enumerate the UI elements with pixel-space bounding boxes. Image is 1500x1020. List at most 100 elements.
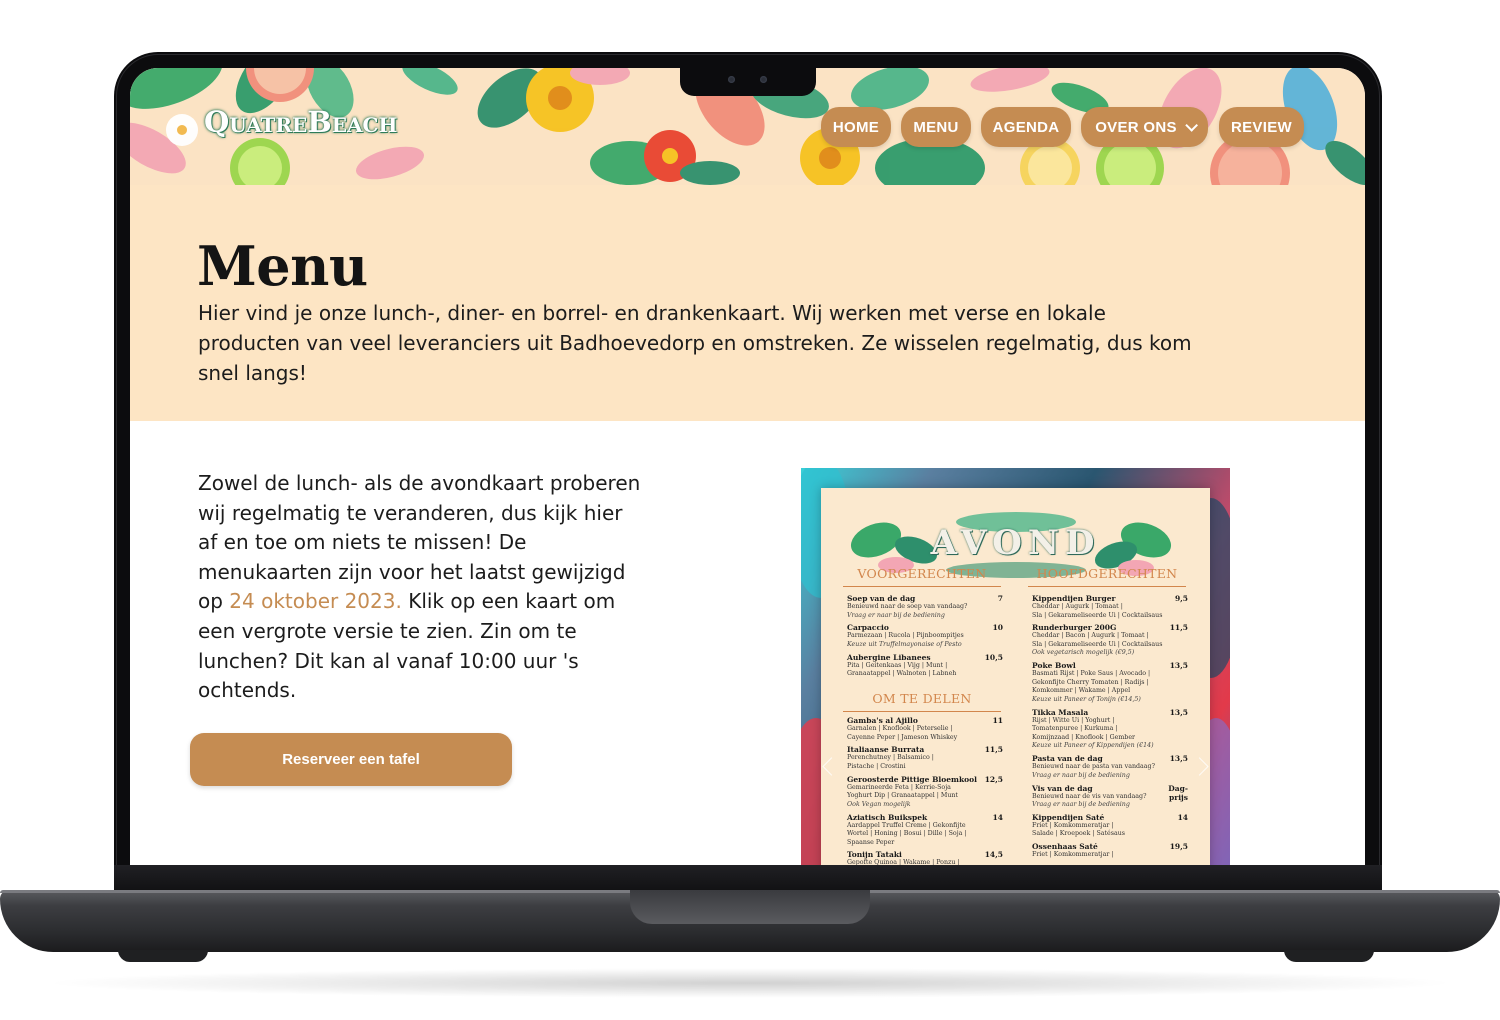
menu-dish-price: 10,5 [984, 652, 1003, 662]
menu-dish-note: Vraag er naar bij de bediening [847, 611, 945, 619]
laptop-foot-left [118, 950, 208, 962]
menu-dish-name: Tikka Masala [1032, 707, 1089, 717]
menu-dish-note: Keuze uit Paneer of Kippendijen (€14) [1032, 742, 1154, 750]
intro-section: Menu Hier vind je onze lunch-, diner- en… [130, 185, 1365, 421]
laptop-foot-right [1284, 950, 1374, 962]
nav-review-label: REVIEW [1231, 118, 1292, 136]
menu-dish-description: Cheddar | Bacon | Augurk | Tomaat | [1032, 632, 1149, 640]
menu-dish-description: Rijst | Witte Ui | Yoghurt | [1032, 716, 1115, 724]
menu-dish-description: Komijnzaad | Knoflook | Gember [1032, 733, 1136, 741]
menu-dish-name: Soep van de dag [847, 594, 916, 603]
menu-dish-description: Aardappel Truffel Creme | Gekonfijte [847, 821, 966, 829]
menu-dish: Carpaccio 10 Parmezaan | Rucola | Pijnboom… [847, 623, 1003, 649]
section-heading-voorgerechten: VOORGERECHTEN [843, 566, 1001, 587]
menu-dish-name: Pasta van de dag [1032, 754, 1103, 764]
menu-dish-description: Yoghurt Dip | Granaatappel | Munt [847, 792, 958, 800]
menu-dish-description: Friet | Komkommeratjar | [1032, 851, 1114, 859]
menu-dish-price: Dag- prijs [1168, 783, 1188, 802]
nav-menu[interactable]: MENU [901, 107, 971, 147]
menu-dish: Kippendijen Burger 9,5 Cheddar | Augurk | … [1032, 594, 1188, 620]
intro-text: Hier vind je onze lunch-, diner- en borr… [198, 301, 1192, 385]
menu-dish-description: Garnalen | Knoflook | Peterselie | [847, 725, 953, 732]
menu-dish-note: Ook vegetarisch mogelijk (€9,5) [1032, 649, 1135, 657]
menu-dish: Tonijn Tataki 14,5 Gepofte Quinoa | Wakame… [847, 850, 1003, 865]
laptop-shadow [40, 968, 1460, 998]
menu-dish-name: Poke Bowl [1032, 661, 1076, 671]
menu-dish-name: Aziatisch Buikspek [847, 812, 928, 822]
menu-dish-name: Geroosterde Pittige Bloemkool [847, 774, 978, 784]
menu-dish: Vis van de dag Dag- prijs Benieuwd naar de… [1032, 784, 1188, 810]
camera-notch [680, 66, 816, 96]
section-heading-om-te-delen: OM TE DELEN [843, 691, 1001, 712]
menu-dish-price: 7 [997, 594, 1003, 603]
menu-dish-name: Runderburger 200G [1032, 623, 1117, 633]
menu-dish-description: Parmezaan | Rucola | Pijnboompitjes [847, 632, 964, 640]
menu-dish-description: Pistache | Crostini [847, 762, 906, 770]
laptop-lip [630, 890, 870, 924]
menu-dish: Tikka Masala 13,5 Rijst | Witte Ui | Yoghu… [1032, 707, 1188, 751]
nav-review[interactable]: REVIEW [1219, 107, 1304, 147]
nav-over-ons[interactable]: OVER ONS [1081, 107, 1208, 147]
menu-dish-price: 12,5 [984, 774, 1003, 784]
menu-dish: Aubergine Libanees 10,5 Pita | Geitenkaas … [847, 652, 1003, 679]
menu-dish-description: Friet | Komkommeratjar | [1032, 821, 1114, 829]
updated-date-link[interactable]: 24 oktober 2023. [229, 589, 402, 613]
section-heading-hoofdgerechten: HOOFDGERECHTEN [1028, 566, 1186, 587]
menu-dish-price: 13,5 [1169, 754, 1188, 764]
menu-dish-description: Gemarineerde Feta | Kerrie-Soja [847, 783, 951, 791]
menu-dish: Geroosterde Pittige Bloemkool 12,5 Gemarin… [847, 774, 1003, 810]
avond-menu-card-image[interactable]: AVOND VOORGERECHTEN HOOFDGERECHTEN OM TE… [801, 468, 1230, 865]
menu-dish-name: Kippendijen Saté [1032, 812, 1105, 822]
menu-dish-price: 11,5 [984, 745, 1003, 755]
page-title: Menu [197, 234, 368, 298]
menu-dish-price: 10 [992, 623, 1003, 633]
nav-agenda[interactable]: AGENDA [981, 107, 1071, 147]
menu-dish-description: Perenchutney | Balsamico | [847, 754, 934, 762]
menu-dish: Ossenhaas Saté 19,5 Friet | Komkommeratjar… [1032, 842, 1188, 860]
nav-home-label: HOME [832, 118, 880, 136]
menu-dish-price: 11,5 [1169, 623, 1188, 633]
menu-dish-description: Spaanse Peper [847, 838, 895, 846]
menu-dish: Poke Bowl 13,5 Basmati Rijst | Poke Saus |… [1032, 661, 1188, 704]
menu-dish-price: 13,5 [1169, 707, 1188, 717]
menu-dish: Gamba's al Ajillo 11 Garnalen | Knoflook |… [847, 716, 1003, 742]
menu-dish-description: Salade | Kroepoek | Satésaus [1032, 830, 1126, 838]
camera-lens [760, 76, 767, 83]
nav-home[interactable]: HOME [821, 107, 891, 147]
menu-dish-name: Gamba's al Ajillo [847, 716, 918, 725]
menu-dish-name: Carpaccio [847, 623, 889, 633]
menu-dish-name: Aubergine Libanees [847, 652, 931, 662]
menu-dish-note: Ook Vegan mogelijk [847, 800, 911, 808]
menu-dish-name: Italiaanse Burrata [847, 745, 925, 755]
menu-dish-description: Cheddar | Augurk | Tomaat | [1032, 603, 1123, 610]
menu-dish-description: Benieuwd naar de vis van vandaag? [1032, 792, 1147, 800]
laptop-chin [114, 865, 1382, 890]
menu-dish-description: Sla | Gekarameliseerde Ui | Cocktailsaus [1032, 611, 1163, 619]
menu-dish-price: 9,5 [1174, 594, 1188, 603]
menu-dish-price: 14 [992, 812, 1003, 822]
menu-dish: Runderburger 200G 11,5 Cheddar | Bacon | A… [1032, 623, 1188, 658]
menu-dish-name: Kippendijen Burger [1032, 594, 1116, 603]
menu-dish-description: Cayenne Peper | Jameson Whiskey [847, 733, 958, 741]
menu-dish: Soep van de dag 7 Benieuwd naar de soep va… [847, 594, 1003, 620]
menu-dish-description: Benieuwd naar de pasta van vandaag? [1032, 763, 1155, 771]
site-logo[interactable]: QuatreBeach [204, 105, 397, 139]
menu-dish-description: Gekonfijte Cherry Tomaten | Radijs | [1032, 678, 1149, 686]
menu-paper: AVOND VOORGERECHTEN HOOFDGERECHTEN OM TE… [821, 488, 1210, 865]
menu-dish-description: Komkommer | Wakame | Appel [1032, 687, 1131, 695]
menu-dish-description: Sla | Gekarameliseerde Ui | Cocktailsaus [1032, 640, 1163, 648]
menu-dish-description: Wortel | Honing | Bosui | Dille | Soja | [847, 830, 967, 837]
menu-dish-price: 14,5 [984, 850, 1003, 860]
menu-description: Zowel de lunch- als de avondkaart prober… [198, 469, 648, 706]
menu-dish-description: Benieuwd naar de soep van vandaag? [847, 603, 968, 610]
menu-dish-note: Keuze uit Truffelmayonaise of Pesto [847, 640, 962, 648]
camera-sensor [728, 76, 735, 83]
menu-dish: Pasta van de dag 13,5 Benieuwd naar de pas… [1032, 754, 1188, 780]
menu-dish-description: Basmati Rijst | Poke Saus | Avocado | [1032, 670, 1151, 678]
menu-dish-description: Granaatappel | Walnoten | Labneh [847, 670, 957, 678]
menu-dish-name: Ossenhaas Saté [1032, 842, 1098, 852]
browser-viewport: QuatreBeach HOME MENU AGENDA OVER ONS RE… [130, 68, 1365, 865]
reserve-table-button[interactable]: Reserveer een tafel [190, 733, 512, 786]
menu-dish-price: 19,5 [1169, 842, 1188, 852]
menu-dish-name: Tonijn Tataki [847, 850, 902, 860]
